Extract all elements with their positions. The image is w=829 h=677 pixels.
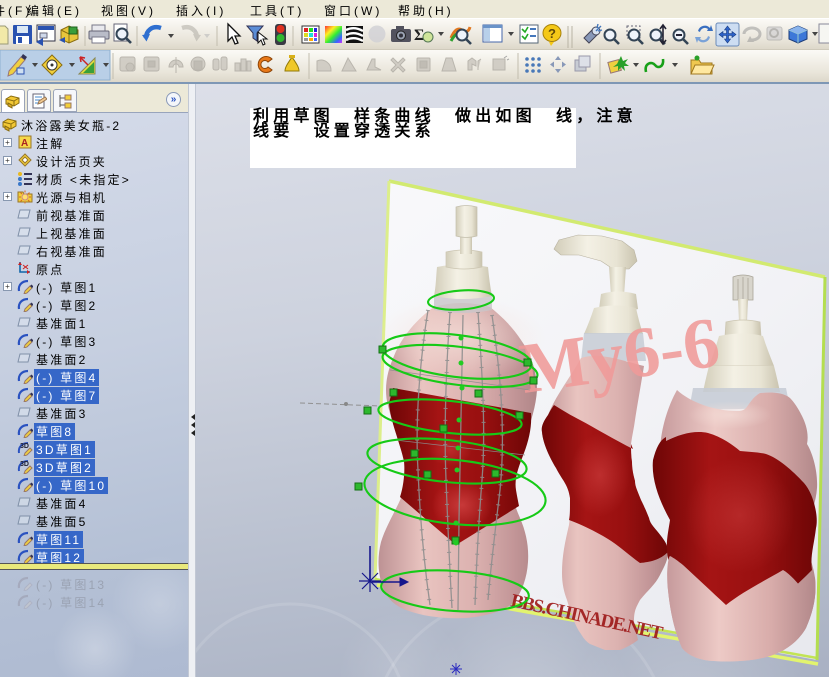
svg-text:?: ? (548, 26, 556, 41)
